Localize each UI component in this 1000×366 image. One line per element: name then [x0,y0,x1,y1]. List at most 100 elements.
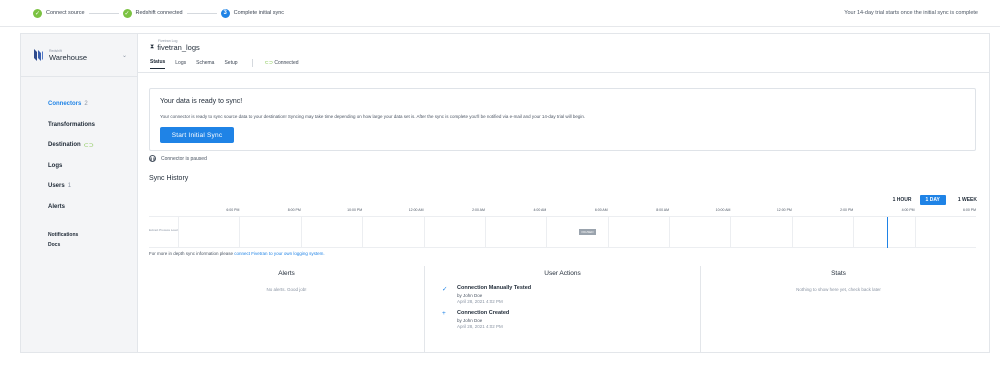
range-1-day[interactable]: 1 DAY [919,195,946,205]
stats-empty: Nothing to show here yet, check back lat… [796,287,881,292]
redshift-logo-icon [34,49,43,61]
workspace-name: Warehouse [49,52,88,62]
check-circle-icon: ✓ [122,8,132,18]
paused-label: Connector is paused [161,155,207,162]
timeline-time-label: 8:00 AM [656,208,670,212]
ready-card-text: Your connector is ready to sync source d… [160,114,586,119]
connector-header: Fivetran Log ⧗ fivetran_logs [150,39,200,52]
logging-info-text: For more in depth sync information pleas… [149,251,235,256]
timeline-grid: Extract Process Load PAUSED [149,216,976,248]
timeline-time-label: 6:00 PM [962,208,976,212]
timeline-gridline [178,217,179,248]
sidebar: Redshift Warehouse ⌄ Connectors 2 Transf… [21,34,138,352]
connector-count: 2 [84,101,88,108]
user-action-item: ✓ Connection Manually Tested by John Doe… [425,285,700,304]
timeline-gridline [853,217,855,248]
timeline-time-label: 6:00 AM [594,208,608,212]
step-label: Complete initial sync [233,10,285,16]
user-action-title: Connection Manually Tested [457,285,532,291]
tab-schema[interactable]: Schema [196,60,214,69]
current-time-marker [886,217,889,248]
sidebar-bottom-nav: Notifications Docs [21,230,137,250]
alerts-panel: Alerts No alerts. Good job! [149,266,424,352]
timeline-gridline [730,217,732,248]
timeline-gridline [914,217,916,248]
sidebar-item-alerts[interactable]: Alerts [48,197,137,218]
paused-status: ❚❚ Connector is paused [149,155,207,162]
check-circle-icon: ✓ [33,8,42,18]
user-count: 1 [67,183,72,190]
plus-icon: + [442,310,446,317]
timeline-time-label: 2:00 PM [840,208,854,212]
trial-note: Your 14-day trial starts once the initia… [844,10,978,16]
sidebar-item-label: Users [48,183,65,190]
paused-badge: PAUSED [579,229,596,235]
sidebar-item-label: Connectors [48,101,82,108]
step-connector-line [186,12,217,14]
sidebar-item-label: Destination [48,142,81,149]
sync-history-title: Sync History [149,175,189,182]
user-action-author: by John Doe [457,317,483,323]
tab-status[interactable]: Status [150,59,166,69]
user-action-date: April 28, 2021 4:02 PM [457,299,503,304]
sidebar-item-label: Notifications [48,232,79,238]
ready-card-title: Your data is ready to sync! [160,98,243,105]
alerts-title: Alerts [278,270,295,277]
pause-icon: ❚❚ [149,155,156,162]
main-content: Fivetran Log ⧗ fivetran_logs Status Logs… [138,34,989,352]
alerts-empty: No alerts. Good job! [266,287,307,292]
user-actions-panel: User Actions ✓ Connection Manually Teste… [424,266,701,352]
user-action-date: April 28, 2021 4:02 PM [457,324,503,329]
range-1-week[interactable]: 1 WEEK [958,197,977,203]
setup-progress-bar: ✓ Connect source ✓ Redshift connected 3 … [0,0,1000,27]
sidebar-item-label: Logs [48,162,63,169]
sidebar-item-logs[interactable]: Logs [48,156,137,177]
sidebar-item-transformations[interactable]: Transformations [48,115,137,136]
sync-history-timeline: 6:00 PM 8:00 PM 10:00 PM 12:00 AM 2:00 AM 4:0… [149,208,976,248]
connector-tabs: Status Logs Schema Setup ⊂⊃ Connected [150,58,299,70]
stats-title: Stats [831,270,846,277]
workspace-selector[interactable]: Redshift Warehouse ⌄ [21,34,137,77]
timeline-gridline [300,217,302,248]
app-frame: Redshift Warehouse ⌄ Connectors 2 Transf… [20,33,990,353]
sidebar-item-label: Transformations [48,121,96,128]
start-initial-sync-button[interactable]: Start Initial Sync [160,127,234,143]
timeline-gridline [791,217,793,248]
timeline-time-label: 2:00 AM [472,208,485,212]
timeline-gridline [239,217,241,248]
sidebar-item-label: Alerts [48,203,66,210]
sidebar-item-docs[interactable]: Docs [48,240,137,250]
timeline-time-label: 6:00 PM [226,208,240,212]
range-1-hour[interactable]: 1 HOUR [893,197,912,203]
sidebar-item-destination[interactable]: Destination ⊂⊃ [48,135,137,156]
link-icon: ⊂⊃ [264,59,273,66]
sidebar-item-label: Docs [48,242,61,248]
connection-status: ⊂⊃ Connected [265,60,299,69]
step-initial-sync: 3 Complete initial sync [220,8,285,18]
timeline-gridline [484,217,486,248]
user-action-author: by John Doe [457,292,483,298]
timeline-time-label: 12:00 AM [408,208,424,212]
tab-divider [251,58,253,67]
sidebar-item-users[interactable]: Users 1 [48,176,137,197]
link-icon: ⊂⊃ [83,142,94,149]
time-range-selector: 1 HOUR 1 DAY 1 WEEK [881,195,977,205]
step-connect-source: ✓ Connect source [33,8,85,18]
step-label: Connect source [46,10,85,16]
timeline-gridline [546,217,548,248]
timeline-time-label: 10:00 PM [347,208,363,212]
sidebar-item-connectors[interactable]: Connectors 2 [48,94,137,115]
step-label: Redshift connected [135,10,183,16]
tab-logs[interactable]: Logs [175,60,186,69]
timeline-gridline [362,217,364,248]
tab-setup[interactable]: Setup [224,60,237,69]
check-icon: ✓ [442,286,448,293]
timeline-row-label: Extract Process Load [149,228,178,232]
step-connector-line [88,12,119,14]
step-number-badge: 3 [220,8,230,18]
logging-system-link[interactable]: connect Fivetran to your own logging sys… [234,251,324,256]
timeline-time-label: 12:00 PM [776,208,792,212]
bottom-panels: Alerts No alerts. Good job! User Actions… [149,266,976,352]
sidebar-item-notifications[interactable]: Notifications [48,230,137,240]
step-destination-connected: ✓ Redshift connected [122,8,183,18]
